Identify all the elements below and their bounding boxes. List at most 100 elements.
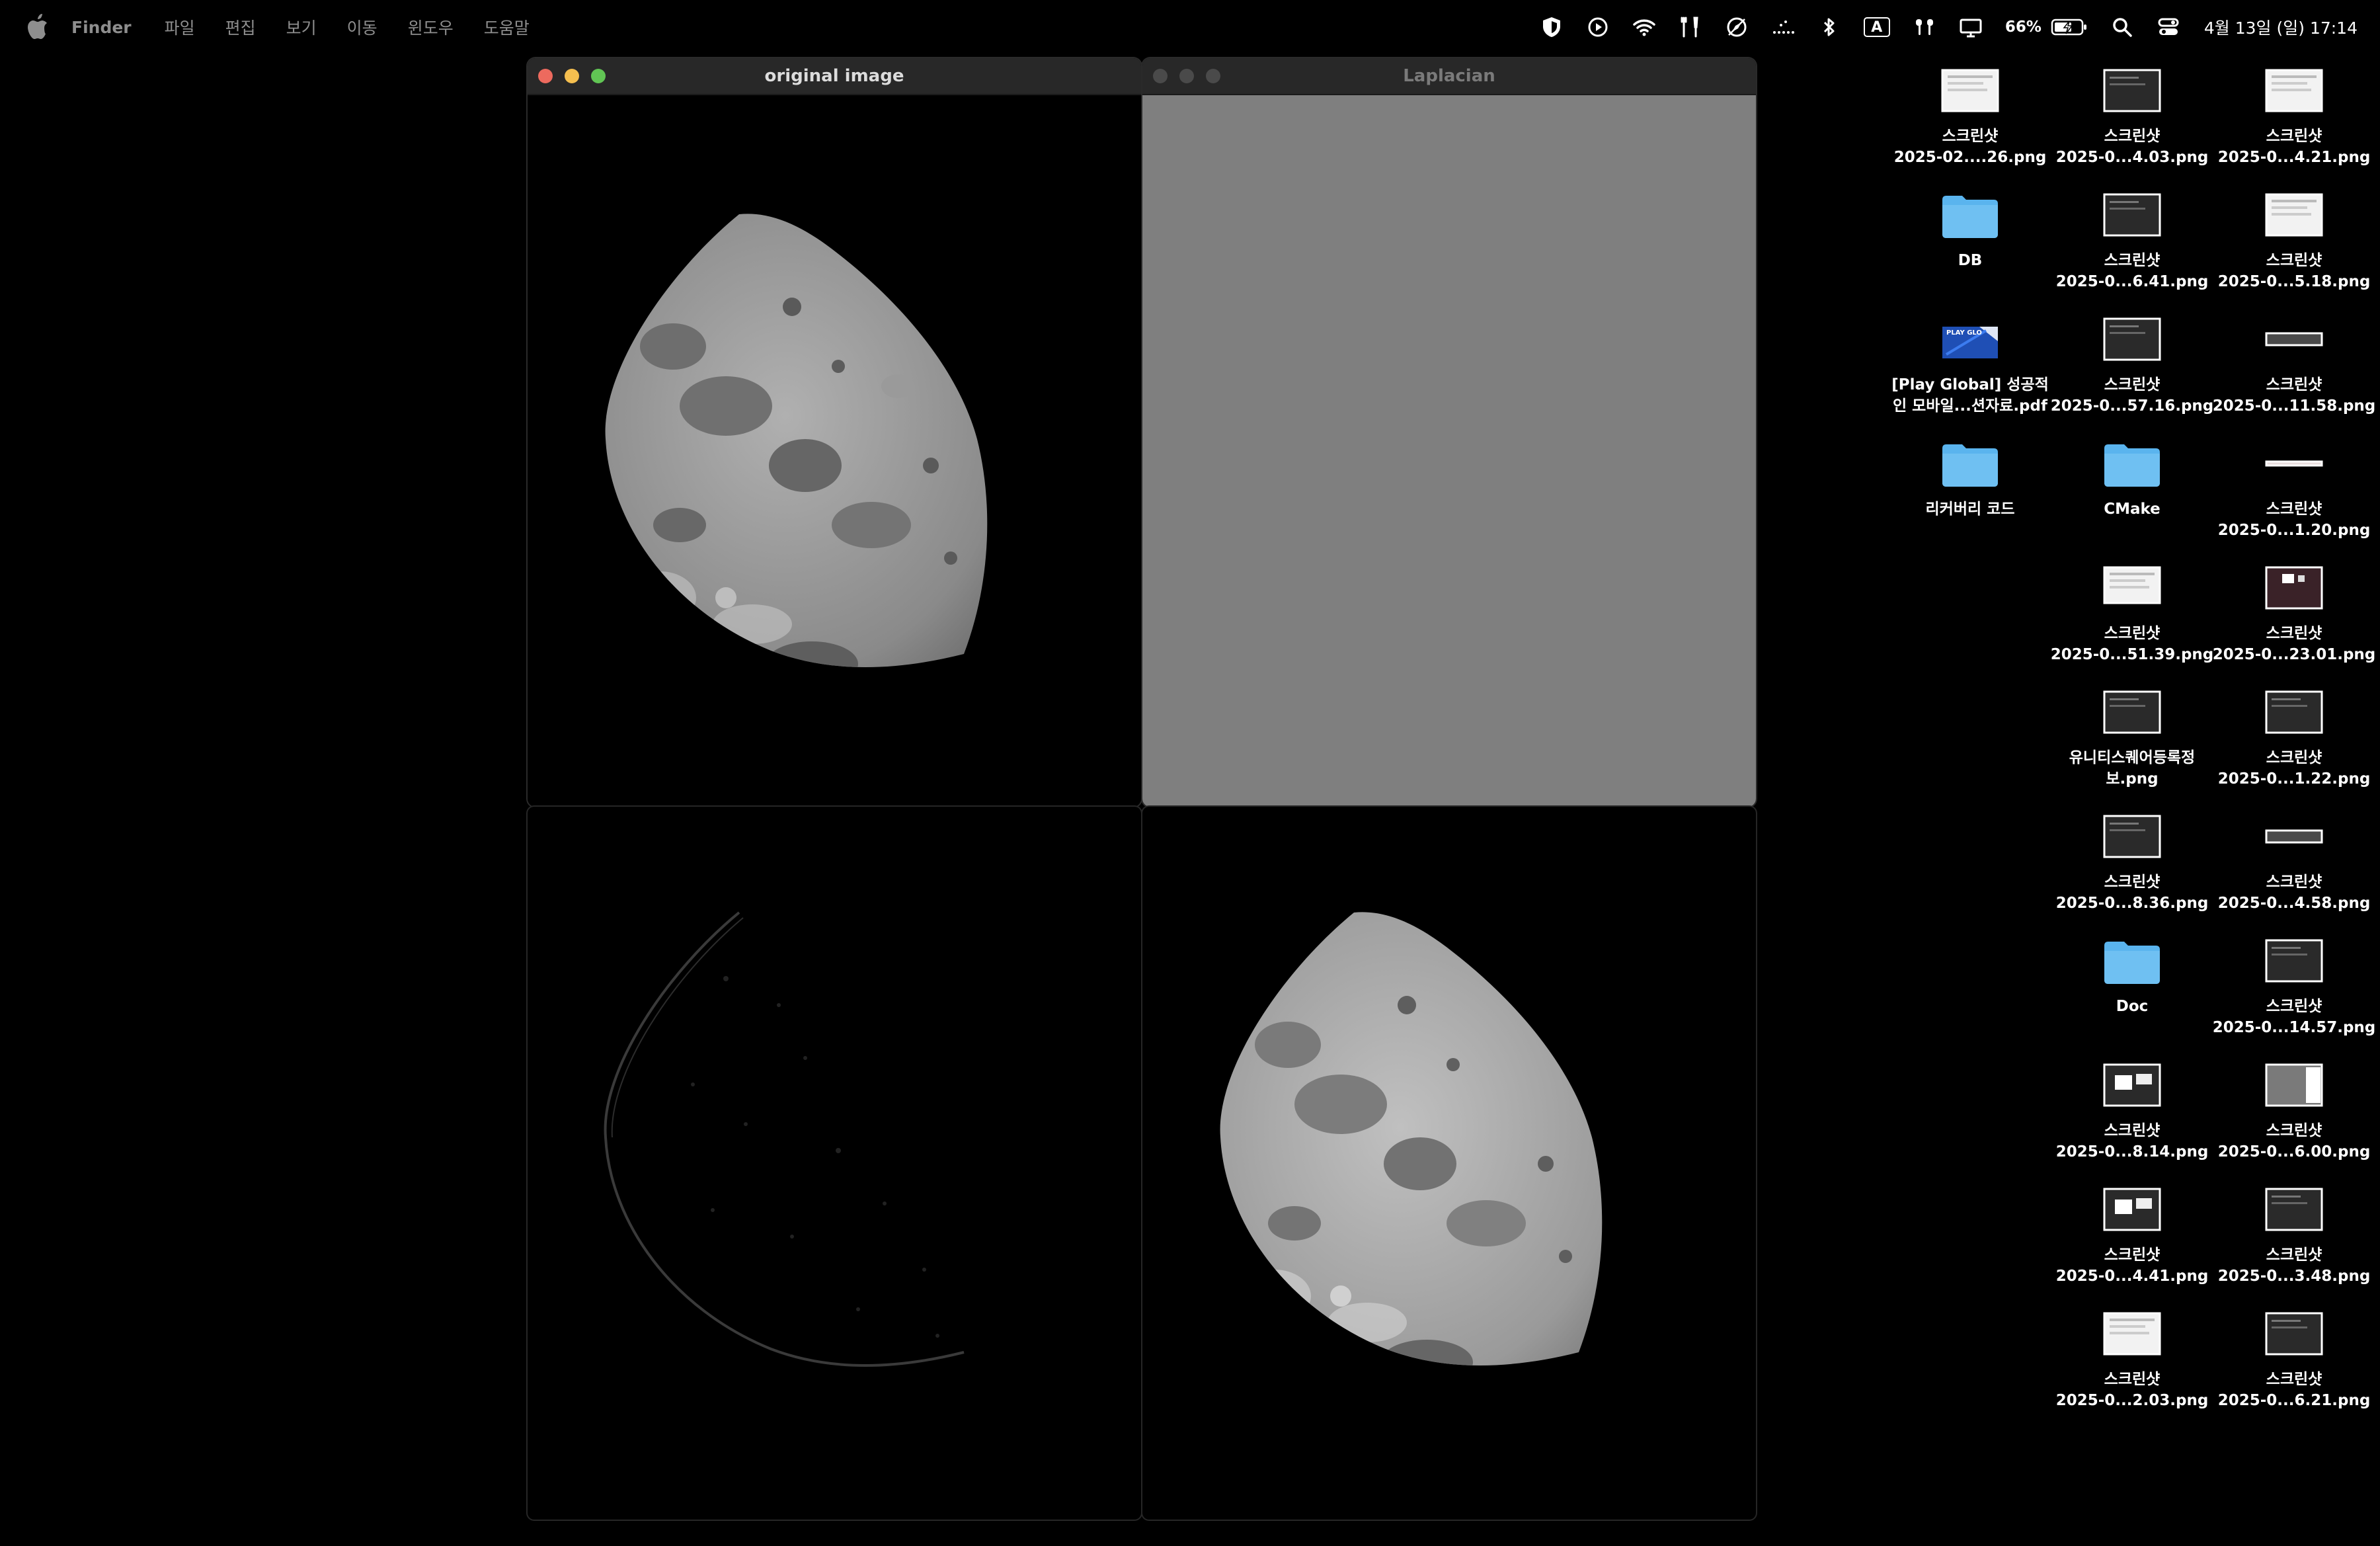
desktop-item-label: 스크린샷 2025-0...6.41.png <box>2055 252 2209 290</box>
window-title: original image <box>764 66 904 86</box>
desktop-file[interactable]: 스크린샷 2025-0...1.20.png <box>2208 439 2380 541</box>
desktop-file[interactable]: 스크린샷 2025-02....26.png <box>1884 66 2056 168</box>
desktop-file[interactable]: 유니티스퀘어등록정 보.png <box>2046 688 2218 790</box>
control-center-icon[interactable] <box>2157 15 2180 39</box>
desktop-item-label: 스크린샷 2025-0...6.21.png <box>2217 1371 2371 1409</box>
bluetooth-icon[interactable] <box>1817 15 1841 39</box>
screenshot-thumbnail-icon <box>2265 332 2323 346</box>
laplacian-edges-window[interactable] <box>528 807 1141 1520</box>
desktop-file[interactable]: 스크린샷 2025-0...11.58.png <box>2208 315 2380 417</box>
screenshot-thumbnail-icon <box>2265 1188 2323 1231</box>
desktop-item-label: Doc <box>2116 998 2149 1015</box>
desktop-item-label: 스크린샷 2025-0...6.00.png <box>2217 1122 2371 1160</box>
screenshot-thumbnail-icon <box>2103 193 2161 237</box>
desktop-file[interactable]: 스크린샷 2025-0...6.00.png <box>2208 1061 2380 1162</box>
menu-app-finder[interactable]: Finder <box>71 18 132 37</box>
image-canvas <box>528 95 1141 807</box>
sharpened-window[interactable] <box>1142 807 1756 1520</box>
moon-image <box>605 214 988 667</box>
battery-icon[interactable] <box>2051 18 2088 36</box>
window-title: Laplacian <box>1403 66 1495 86</box>
window-titlebar[interactable]: Laplacian <box>1142 58 1756 95</box>
pdf-thumbnail-icon: PLAY GLO <box>1942 327 1998 358</box>
desktop-item-label: 유니티스퀘어등록정 보.png <box>2069 749 2196 788</box>
desktop-file[interactable]: 스크린샷 2025-0...6.21.png <box>2208 1309 2380 1411</box>
display-icon[interactable] <box>1959 15 1983 39</box>
laplacian-canvas <box>1142 95 1756 807</box>
window-laplacian[interactable]: Laplacian <box>1142 58 1756 807</box>
tools-icon[interactable] <box>1679 15 1702 39</box>
desktop-file[interactable]: 스크린샷 2025-0...4.41.png <box>2046 1185 2218 1287</box>
desktop-item-label: 스크린샷 2025-0...8.14.png <box>2055 1122 2209 1160</box>
compass-icon[interactable] <box>1725 15 1749 39</box>
screenshot-thumbnail-icon <box>2103 69 2161 112</box>
screenshot-thumbnail-icon <box>2265 939 2323 983</box>
desktop-item-label: 스크린샷 2025-0...8.36.png <box>2055 874 2209 912</box>
battery-percent: 66% <box>2004 19 2042 36</box>
screenshot-thumbnail-icon <box>2103 566 2161 604</box>
window-titlebar[interactable]: original image <box>528 58 1141 95</box>
desktop-pdf-file[interactable]: PLAY GLO [Play Global] 성공적 인 모바일...션자료.pd… <box>1884 315 2056 417</box>
desktop-file[interactable]: 스크린샷 2025-0...2.03.png <box>2046 1309 2218 1411</box>
screenshot-thumbnail-icon <box>2103 815 2161 858</box>
screenshot-thumbnail-icon <box>2265 1312 2323 1356</box>
screenshot-thumbnail-icon <box>2103 1312 2161 1356</box>
screenshot-thumbnail-icon <box>1941 69 1999 112</box>
desktop-item-label: 스크린샷 2025-0...4.41.png <box>2055 1246 2209 1285</box>
desktop-file[interactable]: 스크린샷 2025-0...4.21.png <box>2208 66 2380 168</box>
window-original-image[interactable]: original image <box>528 58 1141 807</box>
screenshot-thumbnail-icon <box>2265 1063 2323 1107</box>
desktop-item-label: 스크린샷 2025-0...1.22.png <box>2217 749 2371 788</box>
desktop-item-label: [Play Global] 성공적 인 모바일...션자료.pdf <box>1891 376 2049 415</box>
desktop-item-label: CMake <box>2104 501 2161 518</box>
desktop-file[interactable]: 스크린샷 2025-0...3.48.png <box>2208 1185 2380 1287</box>
menu-edit[interactable]: 편집 <box>225 15 256 39</box>
desktop-folder[interactable]: 리커버리 코드 <box>1884 439 2056 520</box>
menu-help[interactable]: 도움말 <box>484 15 530 39</box>
search-icon[interactable] <box>2110 15 2134 39</box>
screenshot-thumbnail-icon <box>2103 1063 2161 1107</box>
desktop-file[interactable]: 스크린샷 2025-0...8.36.png <box>2046 812 2218 914</box>
dots-graph-icon[interactable] <box>1771 15 1795 39</box>
wifi-icon[interactable] <box>1632 15 1656 39</box>
desktop-item-label: 리커버리 코드 <box>1925 501 2015 518</box>
desktop-item-label: 스크린샷 2025-0...4.21.png <box>2217 128 2371 166</box>
input-source-indicator[interactable]: A <box>1863 17 1890 37</box>
shield-icon[interactable] <box>1540 15 1564 39</box>
airpods-icon[interactable] <box>1913 15 1936 39</box>
menu-file[interactable]: 파일 <box>165 15 195 39</box>
desktop-folder[interactable]: Doc <box>2046 936 2218 1017</box>
screenshot-thumbnail-icon <box>2265 460 2323 467</box>
desktop-file[interactable]: 스크린샷 2025-0...6.41.png <box>2046 190 2218 292</box>
menu-bar: Finder 파일 편집 보기 이동 윈도우 도움말 A 66% 4월 13일 … <box>0 0 2380 54</box>
menu-view[interactable]: 보기 <box>286 15 317 39</box>
desktop-file[interactable]: 스크린샷 2025-0...51.39.png <box>2046 563 2218 665</box>
desktop-folder[interactable]: DB <box>1884 190 2056 271</box>
desktop-file[interactable]: 스크린샷 2025-0...4.03.png <box>2046 66 2218 168</box>
desktop-file[interactable]: 스크린샷 2025-0...1.22.png <box>2208 688 2380 790</box>
desktop-file[interactable]: 스크린샷 2025-0...57.16.png <box>2046 315 2218 417</box>
menu-bar-left: Finder 파일 편집 보기 이동 윈도우 도움말 <box>0 0 560 54</box>
desktop-file[interactable]: 스크린샷 2025-0...14.57.png <box>2208 936 2380 1038</box>
desktop-file[interactable]: 스크린샷 2025-0...5.18.png <box>2208 190 2380 292</box>
play-circle-icon[interactable] <box>1586 15 1610 39</box>
folder-icon <box>2104 444 2160 487</box>
apple-icon[interactable] <box>26 14 49 40</box>
menu-go[interactable]: 이동 <box>347 15 377 39</box>
screenshot-thumbnail-icon <box>2103 317 2161 361</box>
desktop-item-label: 스크린샷 2025-0...57.16.png <box>2050 376 2214 415</box>
desktop-item-label: 스크린샷 2025-0...23.01.png <box>2212 625 2376 663</box>
desktop-file[interactable]: 스크린샷 2025-0...8.14.png <box>2046 1061 2218 1162</box>
desktop-folder[interactable]: CMake <box>2046 439 2218 520</box>
desktop-file[interactable]: 스크린샷 2025-0...23.01.png <box>2208 563 2380 665</box>
laplacian-edges-image <box>604 911 965 1367</box>
screenshot-thumbnail-icon <box>2103 690 2161 734</box>
menu-clock[interactable]: 4월 13일 (일) 17:14 <box>2204 15 2358 39</box>
desktop-item-label: 스크린샷 2025-02....26.png <box>1893 128 2047 166</box>
desktop-item-label: 스크린샷 2025-0...1.20.png <box>2217 501 2371 539</box>
svg-text:PLAY GLO: PLAY GLO <box>1946 329 1982 337</box>
desktop-item-label: 스크린샷 2025-0...14.57.png <box>2212 998 2376 1036</box>
desktop-file[interactable]: 스크린샷 2025-0...4.58.png <box>2208 812 2380 914</box>
desktop-item-label: 스크린샷 2025-0...5.18.png <box>2217 252 2371 290</box>
menu-window[interactable]: 윈도우 <box>408 15 454 39</box>
